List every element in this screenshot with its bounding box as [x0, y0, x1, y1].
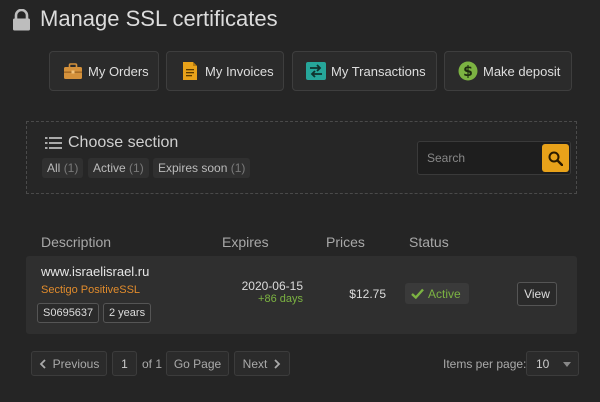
- items-per-page-select[interactable]: 10: [526, 351, 579, 376]
- list-icon: [45, 137, 62, 149]
- status-label: Active: [428, 286, 461, 301]
- page-number-input[interactable]: 1: [112, 351, 137, 376]
- column-header-expires: Expires: [222, 234, 269, 250]
- make-deposit-label: Make deposit: [483, 63, 561, 79]
- chevron-left-icon: [39, 358, 46, 369]
- column-header-description: Description: [41, 234, 112, 250]
- period-badge: 2 years: [103, 303, 152, 323]
- dollar-icon: $: [457, 61, 479, 81]
- invoice-icon: [179, 61, 201, 81]
- page-title: Manage SSL certificates: [40, 6, 278, 31]
- row-product: Sectigo PositiveSSL: [41, 284, 141, 296]
- my-transactions-label: My Transactions: [331, 63, 426, 79]
- order-id-badge: S0695637: [37, 303, 100, 323]
- column-header-status: Status: [409, 234, 449, 250]
- search-button[interactable]: [542, 144, 569, 172]
- row-expires-date: 2020-06-15: [241, 279, 303, 293]
- lock-icon: [12, 8, 31, 31]
- go-page-button[interactable]: Go Page: [166, 351, 229, 376]
- search-icon: [548, 151, 563, 166]
- check-icon: [411, 288, 424, 299]
- row-price: $12.75: [349, 287, 386, 301]
- column-header-prices: Prices: [326, 234, 365, 250]
- svg-text:$: $: [463, 64, 473, 80]
- next-button[interactable]: Next: [234, 351, 290, 376]
- section-title-label: Choose section: [68, 134, 179, 151]
- row-domain: www.israelisrael.ru: [41, 264, 150, 279]
- filter-expires-soon[interactable]: Expires soon (1): [153, 158, 251, 178]
- my-invoices-label: My Invoices: [205, 63, 274, 79]
- view-button[interactable]: View: [517, 282, 557, 306]
- chevron-right-icon: [274, 358, 281, 369]
- my-orders-label: My Orders: [88, 63, 149, 79]
- page-of-label: of 1: [142, 357, 163, 371]
- briefcase-icon: [62, 61, 84, 81]
- previous-button[interactable]: Previous: [31, 351, 107, 376]
- make-deposit-button[interactable]: $ Make deposit: [444, 51, 572, 91]
- row-expires-days: +86 days: [258, 293, 303, 305]
- my-invoices-button[interactable]: My Invoices: [166, 51, 284, 91]
- search-input[interactable]: [419, 143, 539, 173]
- my-orders-button[interactable]: My Orders: [49, 51, 159, 91]
- transactions-icon: [305, 61, 327, 81]
- filter-active[interactable]: Active (1): [88, 158, 149, 178]
- my-transactions-button[interactable]: My Transactions: [292, 51, 437, 91]
- filter-all[interactable]: All (1): [42, 158, 84, 178]
- section-title: Choose section: [45, 134, 178, 152]
- items-per-page-label: Items per page:: [443, 357, 527, 371]
- caret-down-icon: [563, 362, 571, 367]
- status-badge: Active: [405, 283, 469, 304]
